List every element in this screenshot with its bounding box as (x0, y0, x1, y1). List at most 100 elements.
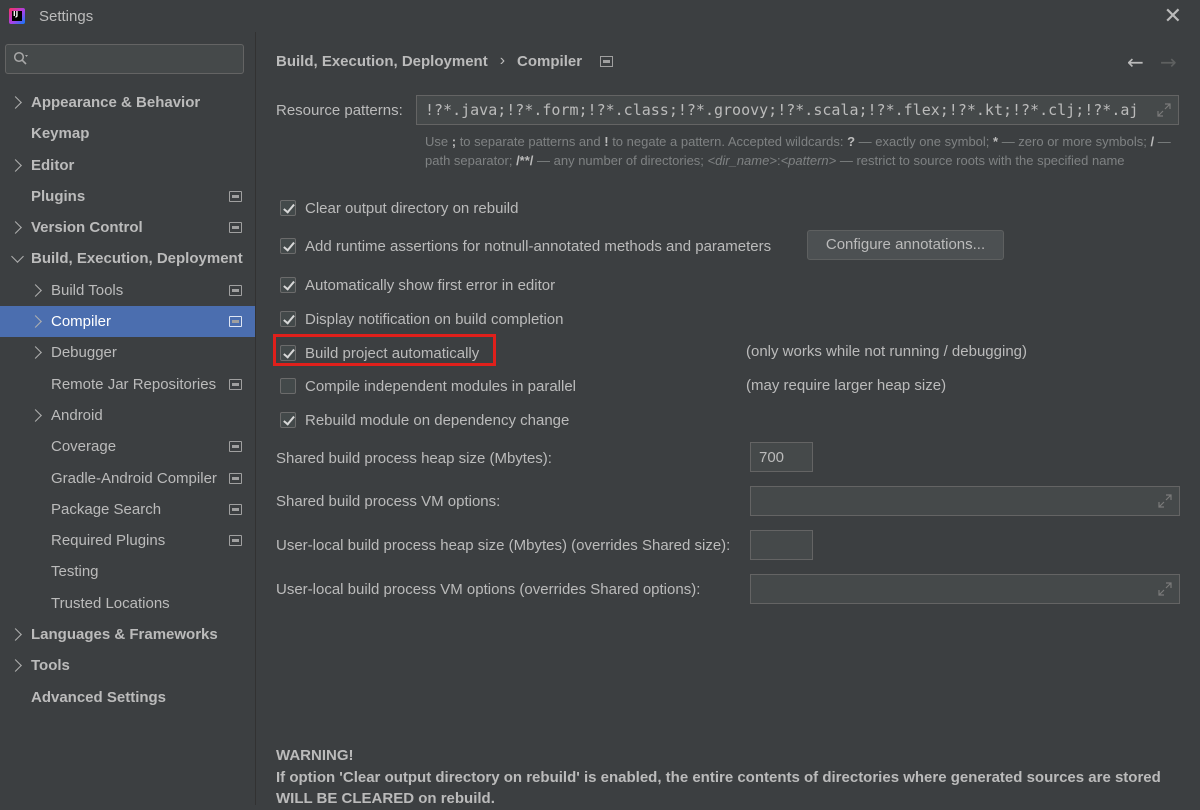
chevron-right-icon[interactable] (29, 283, 42, 297)
shared-heap-field[interactable]: 700 (750, 442, 813, 472)
sidebar-item-label: Remote Jar Repositories (51, 375, 217, 393)
expand-icon[interactable] (1158, 582, 1172, 596)
clear-output-option[interactable]: Clear output directory on rebuild (280, 197, 518, 219)
sidebar-item-compiler[interactable]: Compiler (0, 306, 255, 338)
runtime-assertions-checkbox[interactable] (280, 238, 296, 254)
expand-icon[interactable] (1157, 103, 1171, 117)
sidebar-item-keymap[interactable]: Keymap (0, 118, 255, 149)
resource-patterns-field[interactable]: !?*.java;!?*.form;!?*.class;!?*.groovy;!… (416, 95, 1179, 125)
show-first-error-checkbox[interactable] (280, 277, 296, 293)
sidebar-item-label: Tools (31, 657, 70, 675)
project-level-icon (229, 190, 242, 202)
parallel-label: Compile independent modules in parallel (305, 377, 577, 395)
sidebar-item-build-tools[interactable]: Build Tools (0, 275, 255, 306)
sidebar-item-label: Appearance & Behavior (31, 94, 201, 111)
runtime-assertions-label: Add runtime assertions for notnull-annot… (305, 237, 772, 255)
sidebar-item-advanced-settings[interactable]: Advanced Settings (0, 682, 255, 713)
breadcrumb: Build, Execution, Deployment › Compiler (276, 52, 614, 70)
sidebar-item-label: Package Search (51, 500, 162, 518)
project-level-icon (229, 503, 242, 515)
compiler-settings-panel: Build, Execution, Deployment › Compiler … (256, 32, 1200, 807)
sidebar-item-debugger[interactable]: Debugger (0, 337, 255, 368)
clear-output-label: Clear output directory on rebuild (305, 199, 519, 217)
sidebar-item-version-control[interactable]: Version Control (0, 212, 255, 243)
sidebar-item-label: Android (51, 406, 103, 424)
sidebar-item-editor[interactable]: Editor (0, 150, 255, 181)
resource-patterns-label: Resource patterns: (276, 102, 403, 119)
title-bar: IJ Settings ✕ (0, 0, 1200, 32)
sidebar-item-appearance-behavior[interactable]: Appearance & Behavior (0, 87, 255, 118)
expand-icon[interactable] (1158, 494, 1172, 508)
build-automatically-note: (only works while not running / debuggin… (746, 343, 1027, 360)
clear-output-checkbox[interactable] (280, 200, 296, 216)
sidebar-item-build-execution-deployment[interactable]: Build, Execution, Deployment (0, 243, 255, 274)
sidebar-item-label: Compiler (51, 313, 112, 331)
breadcrumb-current: Compiler (517, 52, 583, 70)
sidebar-item-testing[interactable]: Testing (0, 556, 255, 587)
chevron-right-icon[interactable] (9, 96, 22, 109)
chevron-right-icon[interactable] (29, 346, 42, 360)
chevron-right-icon[interactable] (9, 158, 22, 172)
sidebar-item-package-search[interactable]: Package Search (0, 494, 255, 525)
resource-patterns-value: !?*.java;!?*.form;!?*.class;!?*.groovy;!… (425, 101, 1139, 119)
sidebar-item-label: Plugins (31, 187, 86, 205)
breadcrumb-parent[interactable]: Build, Execution, Deployment (276, 53, 488, 70)
chevron-right-icon[interactable] (29, 409, 42, 422)
sidebar-item-label: Build Tools (51, 281, 124, 299)
sidebar-item-label: Required Plugins (51, 532, 166, 550)
breadcrumb-separator: › (499, 52, 506, 69)
sidebar-item-languages-frameworks[interactable]: Languages & Frameworks (0, 619, 255, 650)
sidebar-item-label: Languages & Frameworks (31, 626, 218, 644)
rebuild-dependency-label: Rebuild module on dependency change (305, 411, 570, 429)
sidebar-item-plugins[interactable]: Plugins (0, 181, 255, 212)
project-level-icon (229, 535, 242, 547)
sidebar-item-trusted-locations[interactable]: Trusted Locations (0, 588, 255, 619)
rebuild-dependency-checkbox[interactable] (280, 412, 296, 428)
warning-message: WARNING! If option 'Clear output directo… (276, 745, 1186, 810)
project-level-icon (229, 441, 242, 453)
close-icon[interactable]: ✕ (1164, 4, 1182, 29)
sidebar-item-label: Advanced Settings (31, 688, 167, 706)
parallel-checkbox[interactable] (280, 378, 296, 394)
chevron-right-icon[interactable] (9, 221, 22, 235)
sidebar-item-label: Version Control (31, 219, 143, 237)
project-level-icon (229, 316, 242, 328)
sidebar-item-label: Editor (31, 156, 75, 174)
shared-heap-label: Shared build process heap size (Mbytes): (276, 450, 552, 467)
sidebar-item-label: Gradle-Android Compiler (51, 469, 217, 487)
show-first-error-label: Automatically show first error in editor (305, 276, 556, 294)
red-highlight-box (273, 334, 496, 366)
sidebar-item-tools[interactable]: Tools (0, 650, 255, 681)
shared-vm-field[interactable] (750, 486, 1180, 516)
sidebar-item-required-plugins[interactable]: Required Plugins (0, 525, 255, 556)
chevron-right-icon[interactable] (29, 315, 42, 328)
rebuild-dependency-option[interactable]: Rebuild module on dependency change (280, 409, 569, 431)
sidebar-item-remote-jar-repositories[interactable]: Remote Jar Repositories (0, 369, 255, 400)
sidebar-item-coverage[interactable]: Coverage (0, 431, 255, 462)
sidebar-item-label: Build, Execution, Deployment (31, 250, 243, 268)
chevron-right-icon[interactable] (9, 628, 22, 641)
notify-completion-option[interactable]: Display notification on build completion (280, 308, 563, 330)
user-vm-field[interactable] (750, 574, 1180, 604)
warning-line-2: WILL BE CLEARED on rebuild. (276, 790, 495, 807)
user-vm-label: User-local build process VM options (ove… (276, 581, 701, 598)
runtime-assertions-option[interactable]: Add runtime assertions for notnull-annot… (280, 235, 771, 257)
search-input[interactable] (5, 44, 244, 74)
parallel-note: (may require larger heap size) (746, 377, 947, 394)
sidebar-item-label: Trusted Locations (51, 594, 170, 612)
configure-annotations-button[interactable]: Configure annotations... (807, 230, 1004, 260)
sidebar-item-gradle-android-compiler[interactable]: Gradle-Android Compiler (0, 463, 255, 494)
show-first-error-option[interactable]: Automatically show first error in editor (280, 274, 555, 296)
user-heap-field[interactable] (750, 530, 813, 560)
sidebar-item-android[interactable]: Android (0, 400, 255, 431)
sidebar-item-label: Debugger (51, 344, 117, 362)
user-heap-label: User-local build process heap size (Mbyt… (276, 537, 731, 554)
parallel-option[interactable]: Compile independent modules in parallel (280, 375, 576, 397)
back-arrow-icon[interactable]: ← (1127, 50, 1144, 74)
chevron-right-icon[interactable] (9, 659, 22, 673)
forward-arrow-icon[interactable]: → (1160, 50, 1177, 74)
search-text-field[interactable] (34, 49, 238, 69)
chevron-down-icon[interactable] (11, 250, 24, 264)
intellij-app-icon: IJ (9, 8, 25, 24)
notify-completion-checkbox[interactable] (280, 311, 296, 327)
